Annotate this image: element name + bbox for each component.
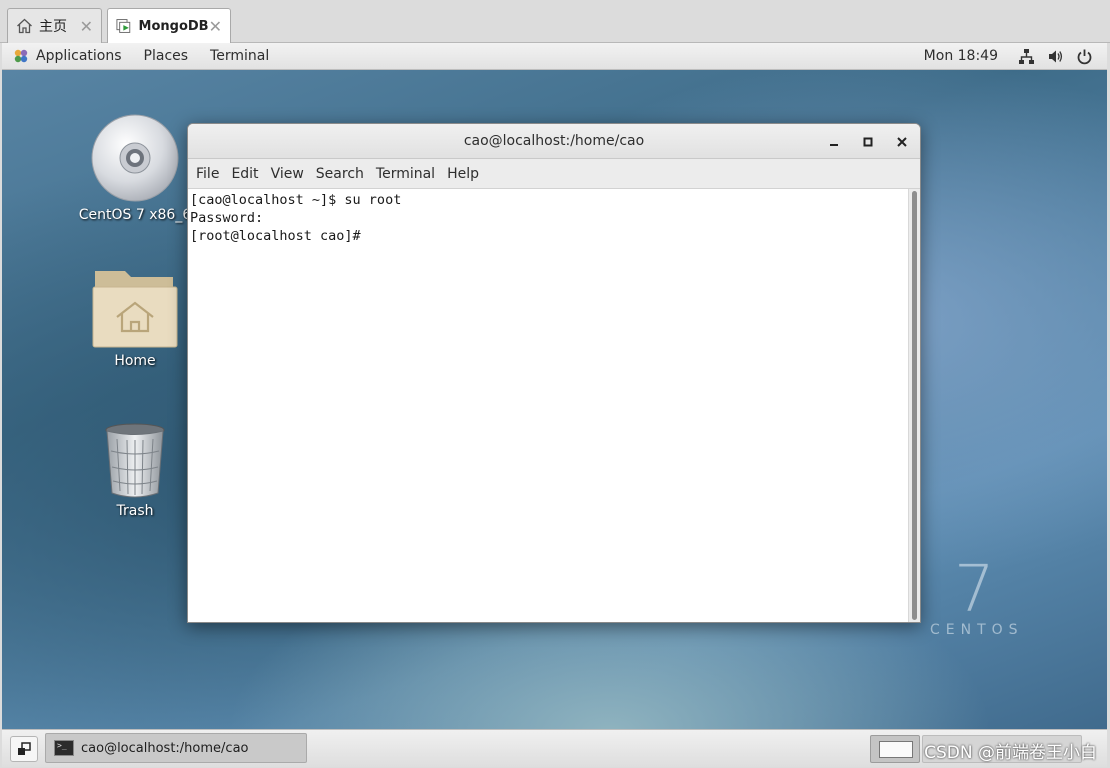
terminal-line: [cao@localhost ~]$ su root	[190, 192, 402, 208]
show-desktop-button[interactable]	[10, 736, 38, 762]
desktop-icon-label: Home	[114, 353, 156, 369]
network-icon[interactable]	[1018, 48, 1035, 65]
gnome-top-bar: Applications Places Terminal Mon 18:49	[2, 43, 1107, 70]
close-icon[interactable]: ✕	[209, 17, 222, 36]
window-list-panel: >_ cao@localhost:/home/cao CSDN @前端卷王小白	[2, 729, 1107, 767]
clock[interactable]: Mon 18:49	[924, 48, 1018, 64]
desktop-icon-label: CentOS 7 x86_6	[78, 207, 192, 223]
trash-icon	[105, 423, 165, 498]
menu-file[interactable]: File	[190, 166, 225, 182]
places-menu[interactable]: Places	[133, 48, 200, 64]
vm-play-icon	[116, 19, 131, 33]
desktop-icon-trash[interactable]: Trash	[75, 421, 195, 519]
vm-tab-strip: 主页 ✕ MongoDB ✕	[0, 0, 1110, 43]
menu-search[interactable]: Search	[310, 166, 370, 182]
taskbar-item-label: cao@localhost:/home/cao	[81, 740, 249, 756]
workspace-1[interactable]	[879, 741, 913, 758]
vm-tab-home[interactable]: 主页 ✕	[7, 8, 102, 43]
terminal-app-icon: >_	[54, 740, 74, 756]
centos-brand-mark: 7 CENTOS	[930, 558, 1024, 638]
show-desktop-icon	[18, 742, 31, 755]
window-controls	[824, 132, 912, 152]
taskbar-item-terminal[interactable]: >_ cao@localhost:/home/cao	[45, 733, 307, 763]
home-icon	[17, 18, 32, 34]
desktop-icon-label: Trash	[116, 503, 154, 519]
desktop-icon-centos-dvd[interactable]: CentOS 7 x86_6	[75, 113, 195, 223]
scrollbar-thumb[interactable]	[912, 191, 917, 620]
home-folder-icon	[92, 271, 178, 348]
dvd-icon	[91, 114, 179, 202]
terminal-output[interactable]: [cao@localhost ~]$ su root Password: [root…	[188, 189, 908, 622]
close-icon[interactable]: ✕	[80, 17, 93, 36]
centos-brand-text: CENTOS	[930, 622, 1024, 638]
csdn-watermark: CSDN @前端卷王小白	[924, 743, 1097, 763]
applications-label: Applications	[36, 48, 122, 64]
vm-tab-home-label: 主页	[39, 19, 67, 35]
vm-tab-mongodb-label: MongoDB	[138, 18, 209, 34]
applications-icon	[14, 49, 28, 63]
menu-view[interactable]: View	[265, 166, 310, 182]
maximize-icon[interactable]	[858, 132, 878, 152]
terminal-scrollbar[interactable]	[908, 189, 920, 622]
menu-terminal[interactable]: Terminal	[370, 166, 441, 182]
terminal-menubar: File Edit View Search Terminal Help	[188, 159, 920, 189]
centos-version-number: 7	[954, 553, 995, 627]
minimize-icon[interactable]	[824, 132, 844, 152]
terminal-titlebar[interactable]: cao@localhost:/home/cao	[188, 124, 920, 159]
menu-edit[interactable]: Edit	[225, 166, 264, 182]
terminal-window[interactable]: cao@localhost:/home/cao File Edit View S…	[187, 123, 921, 623]
menu-help[interactable]: Help	[441, 166, 485, 182]
workspace-switcher[interactable]	[870, 735, 920, 763]
window-title: cao@localhost:/home/cao	[463, 133, 645, 149]
guest-desktop: Applications Places Terminal Mon 18:49 C…	[2, 43, 1107, 767]
terminal-prompt-line: [root@localhost cao]#	[190, 228, 369, 244]
power-icon[interactable]	[1076, 48, 1093, 65]
close-icon[interactable]	[892, 132, 912, 152]
applications-menu[interactable]: Applications	[2, 48, 133, 64]
terminal-line: Password:	[190, 210, 264, 226]
desktop-icon-home[interactable]: Home	[75, 265, 195, 369]
vm-tab-mongodb[interactable]: MongoDB ✕	[107, 8, 231, 43]
terminal-app-menu[interactable]: Terminal	[199, 48, 280, 64]
system-tray[interactable]	[1018, 48, 1107, 65]
volume-icon[interactable]	[1047, 48, 1064, 65]
